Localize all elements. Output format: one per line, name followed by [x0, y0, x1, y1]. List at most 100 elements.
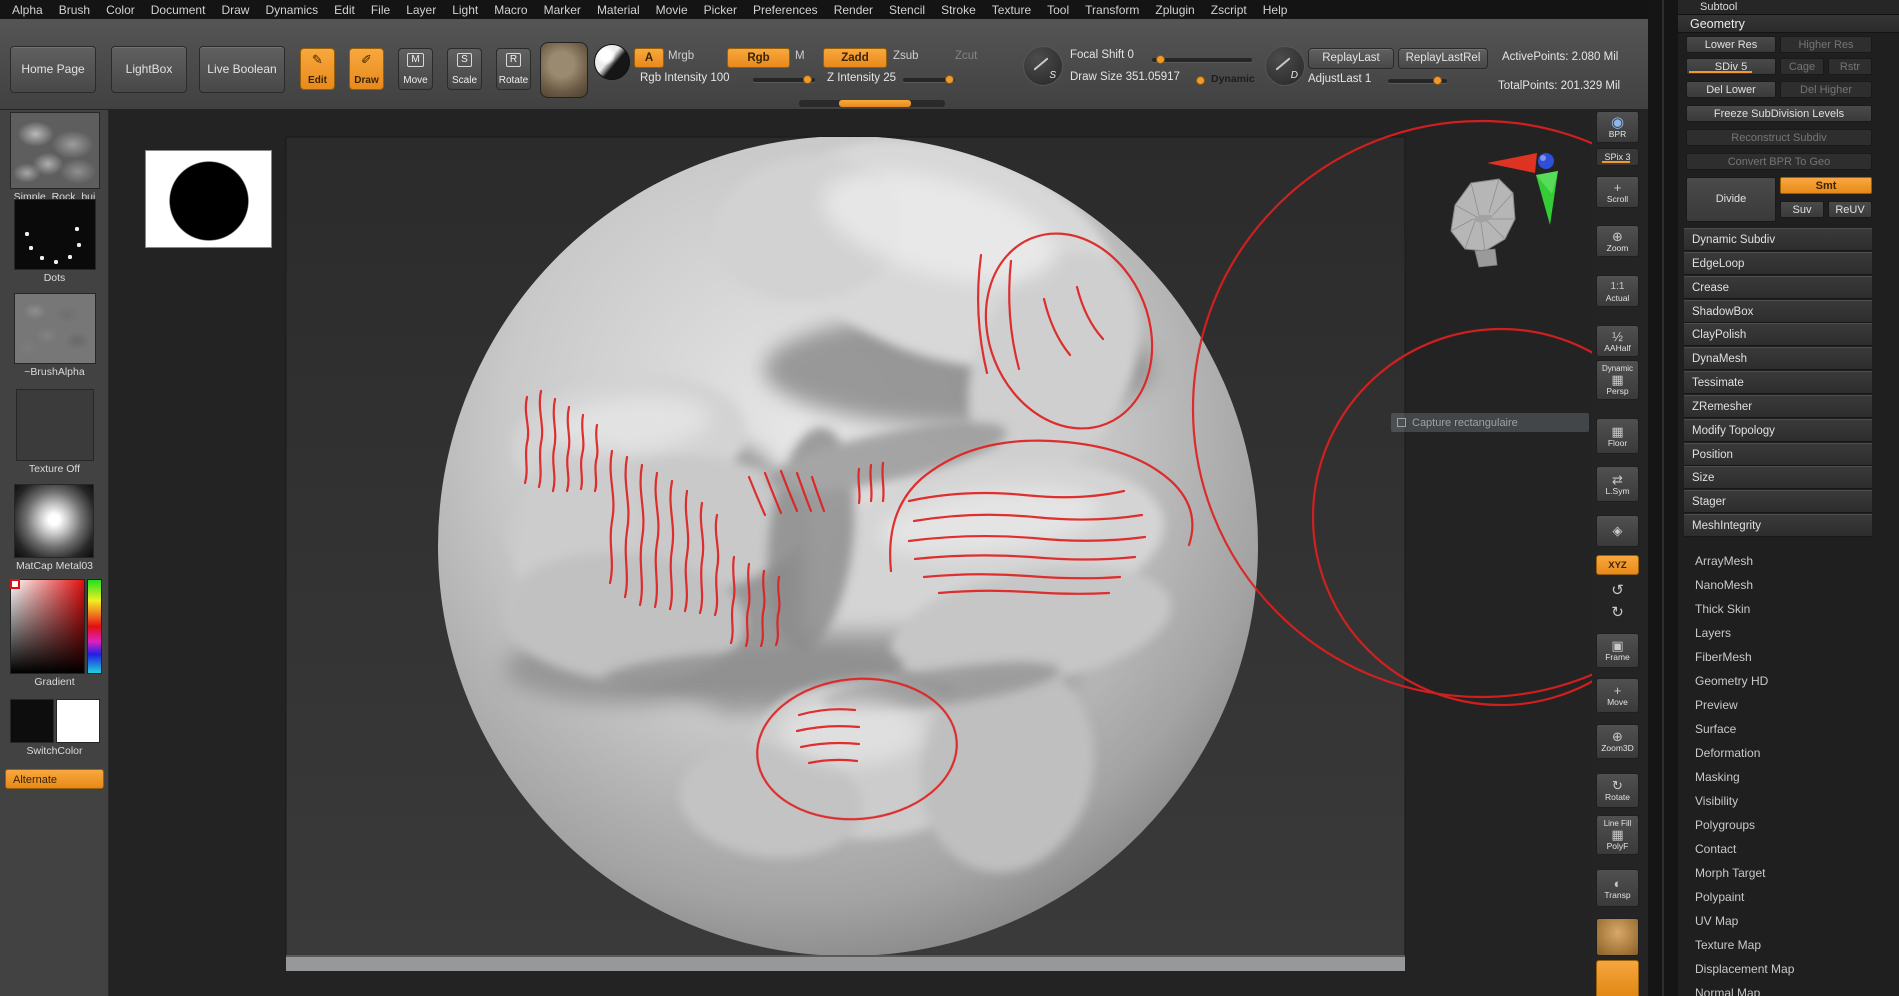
- palette-polypaint[interactable]: Polypaint: [1678, 885, 1899, 909]
- section-meshintegrity[interactable]: MeshIntegrity: [1684, 514, 1872, 537]
- brush-picker-thumbnail[interactable]: [10, 112, 100, 189]
- zsub-button[interactable]: Zsub: [893, 50, 919, 62]
- actual-button[interactable]: 1:1 Actual: [1596, 275, 1639, 307]
- palette-visibility[interactable]: Visibility: [1678, 789, 1899, 813]
- z-intensity-slider[interactable]: Z Intensity 25: [827, 72, 896, 84]
- section-size[interactable]: Size: [1684, 466, 1872, 489]
- menu-movie[interactable]: Movie: [648, 1, 696, 19]
- menu-help[interactable]: Help: [1255, 1, 1296, 19]
- cage-button[interactable]: Cage: [1780, 58, 1824, 75]
- frame-button[interactable]: ▣ Frame: [1596, 633, 1639, 668]
- geometry-palette-header[interactable]: Geometry: [1678, 15, 1899, 33]
- palette-fibermesh[interactable]: FiberMesh: [1678, 645, 1899, 669]
- local-symmetry-button[interactable]: ⇄ L.Sym: [1596, 466, 1639, 502]
- scale-mode-button[interactable]: S Scale: [447, 48, 482, 90]
- rgb-intensity-knob[interactable]: [803, 75, 812, 84]
- section-stager[interactable]: Stager: [1684, 490, 1872, 513]
- menu-macro[interactable]: Macro: [486, 1, 535, 19]
- z-intensity-knob[interactable]: [945, 75, 954, 84]
- lower-res-button[interactable]: Lower Res: [1686, 36, 1776, 53]
- palette-layers[interactable]: Layers: [1678, 621, 1899, 645]
- section-position[interactable]: Position: [1684, 443, 1872, 466]
- section-zremesher[interactable]: ZRemesher: [1684, 395, 1872, 418]
- move-mode-button[interactable]: M Move: [398, 48, 433, 90]
- sdiv-slider[interactable]: SDiv 5: [1686, 58, 1776, 75]
- rotate-view-button[interactable]: ↻ Rotate: [1596, 773, 1639, 808]
- menu-file[interactable]: File: [363, 1, 398, 19]
- rgb-intensity-slider[interactable]: Rgb Intensity 100: [640, 72, 730, 84]
- palette-contact[interactable]: Contact: [1678, 837, 1899, 861]
- tray-divider[interactable]: [1648, 0, 1678, 996]
- z-intensity-bar[interactable]: [799, 100, 945, 107]
- palette-uv-map[interactable]: UV Map: [1678, 909, 1899, 933]
- section-shadowbox[interactable]: ShadowBox: [1684, 300, 1872, 323]
- palette-arraymesh[interactable]: ArrayMesh: [1678, 549, 1899, 573]
- menu-dynamics[interactable]: Dynamics: [257, 1, 326, 19]
- dynamic-persp-button[interactable]: Dynamic ▦ Persp: [1596, 360, 1639, 400]
- palette-texture-map[interactable]: Texture Map: [1678, 933, 1899, 957]
- menu-alpha[interactable]: Alpha: [4, 1, 51, 19]
- subtool-palette-header[interactable]: Subtool: [1678, 0, 1899, 15]
- palette-polygroups[interactable]: Polygroups: [1678, 813, 1899, 837]
- palette-geometry-hd[interactable]: Geometry HD: [1678, 669, 1899, 693]
- rotate-mode-button[interactable]: R Rotate: [496, 48, 531, 90]
- transp-button[interactable]: ◐ Transp: [1596, 869, 1639, 907]
- menu-edit[interactable]: Edit: [326, 1, 363, 19]
- solo-button[interactable]: [1596, 960, 1639, 996]
- focal-shift-slider[interactable]: Focal Shift 0: [1070, 49, 1134, 61]
- aahalf-button[interactable]: ½ AAHalf: [1596, 325, 1639, 357]
- zcut-button[interactable]: Zcut: [955, 50, 977, 62]
- palette-masking[interactable]: Masking: [1678, 765, 1899, 789]
- divide-button[interactable]: Divide: [1686, 177, 1776, 222]
- alpha-picker-thumbnail[interactable]: [14, 293, 96, 364]
- current-brush-thumbnail[interactable]: [540, 42, 588, 98]
- menu-preferences[interactable]: Preferences: [745, 1, 826, 19]
- mrgb-button[interactable]: Mrgb: [668, 50, 694, 62]
- home-page-button[interactable]: Home Page: [10, 46, 96, 93]
- smt-button[interactable]: Smt: [1780, 177, 1872, 194]
- higher-res-button[interactable]: Higher Res: [1780, 36, 1872, 53]
- palette-thick-skin[interactable]: Thick Skin: [1678, 597, 1899, 621]
- menu-document[interactable]: Document: [143, 1, 214, 19]
- section-tessimate[interactable]: Tessimate: [1684, 371, 1872, 394]
- stylus-size-icon[interactable]: S: [1023, 46, 1063, 86]
- z-intensity-track[interactable]: [903, 78, 955, 82]
- local-pivot-button[interactable]: ◈: [1596, 515, 1639, 547]
- scroll-button[interactable]: + Scroll: [1596, 176, 1639, 208]
- color-hue-strip[interactable]: [87, 579, 102, 674]
- del-higher-button[interactable]: Del Higher: [1780, 81, 1872, 98]
- section-dynamic-subdiv[interactable]: Dynamic Subdiv: [1684, 228, 1872, 251]
- ghost-button[interactable]: [1596, 918, 1639, 956]
- palette-surface[interactable]: Surface: [1678, 717, 1899, 741]
- spin-cw-button[interactable]: ↻: [1596, 603, 1639, 623]
- live-boolean-button[interactable]: Live Boolean: [199, 46, 285, 93]
- rstr-button[interactable]: Rstr: [1828, 58, 1872, 75]
- menu-marker[interactable]: Marker: [536, 1, 589, 19]
- edit-mode-button[interactable]: ✎ Edit: [300, 48, 335, 90]
- alternate-button[interactable]: Alternate: [5, 769, 104, 789]
- menu-picker[interactable]: Picker: [696, 1, 745, 19]
- replay-last-rel-button[interactable]: ReplayLastRel: [1398, 48, 1488, 69]
- section-crease[interactable]: Crease: [1684, 276, 1872, 299]
- palette-normal-map[interactable]: Normal Map: [1678, 981, 1899, 996]
- section-modify-topology[interactable]: Modify Topology: [1684, 419, 1872, 442]
- focal-shift-track[interactable]: [1152, 58, 1252, 62]
- section-claypolish[interactable]: ClayPolish: [1684, 323, 1872, 346]
- menu-draw[interactable]: Draw: [213, 1, 257, 19]
- rgb-intensity-track[interactable]: [753, 78, 815, 82]
- menu-stencil[interactable]: Stencil: [881, 1, 933, 19]
- texture-picker-thumbnail[interactable]: [16, 389, 94, 461]
- sculpt-scene[interactable]: [109, 109, 1592, 996]
- polyframe-button[interactable]: Line Fill ▦ PolyF: [1596, 815, 1639, 855]
- bpr-render-button[interactable]: ◉ BPR: [1596, 111, 1639, 143]
- color-picker[interactable]: [10, 579, 102, 674]
- reuv-button[interactable]: ReUV: [1828, 201, 1872, 218]
- adjust-last-knob[interactable]: [1433, 76, 1442, 85]
- floor-button[interactable]: ▦ Floor: [1596, 418, 1639, 454]
- dynamic-toggle[interactable]: Dynamic: [1211, 73, 1255, 85]
- menu-color[interactable]: Color: [98, 1, 143, 19]
- focal-shift-knob[interactable]: [1156, 55, 1165, 64]
- menu-texture[interactable]: Texture: [984, 1, 1039, 19]
- main-color-swatch[interactable]: [10, 699, 54, 743]
- m-button[interactable]: M: [795, 50, 805, 62]
